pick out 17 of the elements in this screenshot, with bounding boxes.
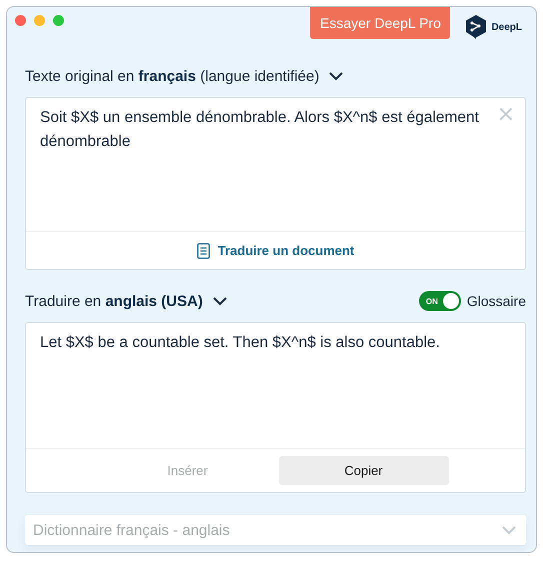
glossary-toggle[interactable]: ON — [418, 291, 461, 311]
chevron-down-icon[interactable] — [329, 72, 344, 80]
language-label: Traduire en anglais (USA) — [25, 292, 203, 310]
logo-text: DeepL — [491, 22, 522, 32]
document-icon — [196, 242, 210, 258]
action-button[interactable]: Copier — [278, 456, 448, 485]
dictionary-field[interactable]: Dictionnaire français - anglais — [25, 515, 526, 545]
translated-text[interactable]: Let $X$ be a countable set. Then $X^n$ is also countable. — [40, 331, 485, 355]
language-label: Texte original en français (langue identifiée) — [25, 68, 320, 84]
translate-document-link[interactable]: Traduire un document — [190, 242, 360, 260]
minimize-window-icon[interactable] — [34, 15, 45, 26]
source-text[interactable]: Soit $X$ un ensemble dénombrable. Alors $X^n$ est également dénombrable — [40, 106, 485, 154]
logo-icon — [466, 15, 486, 39]
glossary-label: Glossaire — [466, 293, 526, 309]
chevron-down-icon[interactable] — [212, 296, 227, 306]
close-window-icon[interactable] — [15, 15, 26, 26]
zoom-window-icon[interactable] — [53, 15, 64, 26]
